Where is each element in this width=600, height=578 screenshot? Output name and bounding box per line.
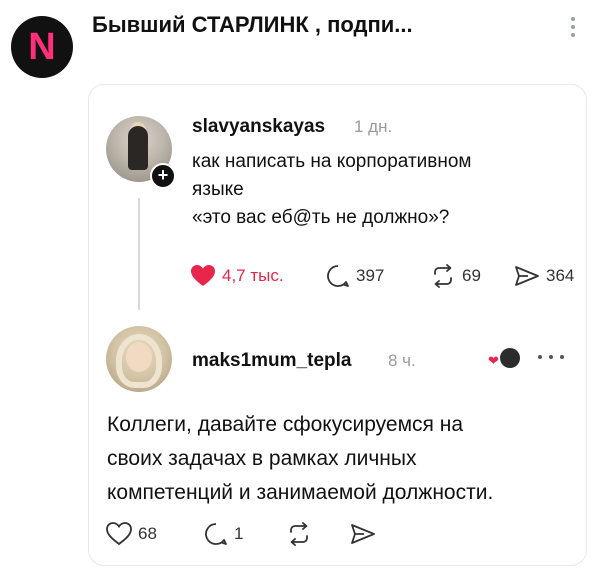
share-icon: [515, 266, 539, 286]
reply-button[interactable]: 397: [326, 264, 384, 288]
thread-line: [138, 198, 140, 310]
reply-count: 1: [234, 524, 244, 543]
repost-count: 69: [462, 266, 481, 285]
plus-icon[interactable]: +: [150, 163, 176, 189]
channel-title[interactable]: Бывший СТАРЛИНК , подпи...: [92, 12, 413, 38]
post2-text-line: Коллеги, давайте сфокусируемся на: [107, 413, 464, 436]
share-button[interactable]: 364: [514, 264, 574, 288]
reply-count: 397: [356, 266, 385, 285]
liked-by-author-badge: ❤: [488, 348, 524, 370]
post2-username[interactable]: maks1mum_tepla: [192, 350, 351, 372]
like-button[interactable]: 68: [106, 522, 157, 546]
channel-header: N Бывший СТАРЛИНК , подпи...: [0, 0, 600, 80]
share-count: 364: [546, 266, 575, 285]
more-horizontal-icon[interactable]: [538, 352, 564, 362]
heart-icon: ❤: [488, 353, 499, 368]
post1-text-line: языке: [192, 179, 244, 200]
post1-text-line: как написать на корпоративном: [192, 151, 472, 172]
repost-button[interactable]: 69: [430, 264, 481, 288]
like-count: 4,7 тыс.: [222, 266, 284, 285]
share-icon: [351, 524, 375, 544]
post1-text-line: «это вас еб@ть не должно»?: [192, 207, 450, 228]
repost-icon: [290, 522, 308, 546]
comment-icon: [205, 523, 227, 545]
comment-icon: [327, 265, 349, 287]
channel-avatar-letter: N: [28, 26, 56, 68]
heart-icon: [191, 265, 215, 286]
more-vertical-icon[interactable]: [566, 14, 580, 40]
post1-text: как написать на корпоративном языке «это…: [192, 148, 562, 232]
post1-username[interactable]: slavyanskayas: [192, 116, 325, 138]
post2-text: Коллеги, давайте сфокусируемся на своих …: [107, 408, 577, 510]
repost-button[interactable]: [286, 522, 318, 546]
share-button[interactable]: [350, 522, 382, 546]
post2-text-line: компетенций и занимаемой должности.: [107, 481, 494, 504]
avatar[interactable]: [106, 326, 172, 392]
like-button[interactable]: 4,7 тыс.: [190, 264, 284, 288]
repost-icon: [434, 264, 452, 288]
channel-avatar[interactable]: N: [11, 16, 73, 78]
post2-timestamp: 8 ч.: [388, 351, 416, 370]
reply-button[interactable]: 1: [204, 522, 243, 546]
author-mini-avatar: [500, 348, 520, 368]
like-count: 68: [138, 524, 157, 543]
post2-text-line: своих задачах в рамках личных: [107, 447, 417, 470]
heart-icon: [106, 522, 132, 546]
post1-timestamp: 1 дн.: [354, 117, 393, 136]
